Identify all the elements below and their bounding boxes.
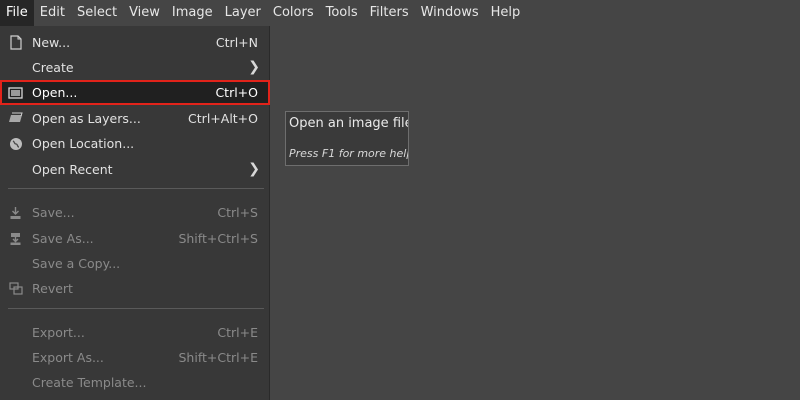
- menu-image[interactable]: Image: [166, 0, 219, 26]
- menu-view[interactable]: View: [123, 0, 166, 26]
- menu-item-shortcut: Ctrl+N: [215, 35, 258, 50]
- revert-icon: [8, 281, 23, 296]
- submenu-arrow-icon: ❯: [248, 161, 260, 177]
- menu-item-shortcut: Ctrl+S: [217, 205, 258, 220]
- menu-item-label: Open Location...: [32, 136, 135, 151]
- menu-item-new[interactable]: New... Ctrl+N: [0, 30, 270, 55]
- menu-edit[interactable]: Edit: [34, 0, 71, 26]
- menu-colors[interactable]: Colors: [267, 0, 320, 26]
- menu-layer[interactable]: Layer: [219, 0, 267, 26]
- globe-icon: [8, 136, 23, 151]
- menu-windows[interactable]: Windows: [415, 0, 485, 26]
- menu-item-shortcut: Shift+Ctrl+S: [178, 231, 258, 246]
- file-menu-dropdown: New... Ctrl+N Create ❯ Open... Ctrl+O Op…: [0, 26, 270, 400]
- menu-item-export[interactable]: Export... Ctrl+E: [0, 320, 270, 345]
- open-folder-icon: [8, 85, 23, 100]
- new-document-icon: [8, 35, 23, 50]
- menu-item-label: Save...: [32, 205, 75, 220]
- menu-item-open[interactable]: Open... Ctrl+O: [0, 80, 270, 105]
- menu-item-revert[interactable]: Revert: [0, 276, 270, 301]
- menu-item-save-copy[interactable]: Save a Copy...: [0, 251, 270, 276]
- menu-item-label: Open Recent: [32, 162, 113, 177]
- menu-file[interactable]: File: [0, 0, 34, 26]
- menu-item-save[interactable]: Save... Ctrl+S: [0, 200, 270, 225]
- menu-item-open-location[interactable]: Open Location...: [0, 131, 270, 156]
- menubar: File Edit Select View Image Layer Colors…: [0, 0, 800, 26]
- menu-separator: [8, 308, 264, 309]
- menu-item-label: Revert: [32, 281, 73, 296]
- menu-item-export-as[interactable]: Export As... Shift+Ctrl+E: [0, 345, 270, 370]
- menu-item-label: Save a Copy...: [32, 256, 121, 271]
- menu-item-label: New...: [32, 35, 71, 50]
- menu-separator: [8, 188, 264, 189]
- menu-item-label: Export...: [32, 325, 85, 340]
- save-as-icon: [8, 231, 23, 246]
- tooltip-hint: Press F1 for more help: [289, 147, 409, 160]
- menu-item-shortcut: Ctrl+E: [217, 325, 258, 340]
- menu-item-label: Create: [32, 60, 74, 75]
- menu-item-shortcut: Shift+Ctrl+E: [178, 350, 259, 365]
- submenu-arrow-icon: ❯: [248, 59, 260, 75]
- menu-item-open-recent[interactable]: Open Recent ❯: [0, 157, 270, 182]
- menu-item-create-template[interactable]: Create Template...: [0, 370, 270, 395]
- menu-item-shortcut: Ctrl+O: [215, 85, 258, 100]
- tooltip-title: Open an image file: [289, 116, 409, 131]
- menu-item-open-as-layers[interactable]: Open as Layers... Ctrl+Alt+O: [0, 106, 270, 131]
- menu-item-label: Open as Layers...: [32, 111, 141, 126]
- menu-tools[interactable]: Tools: [320, 0, 364, 26]
- menu-item-label: Save As...: [32, 231, 94, 246]
- menu-item-create[interactable]: Create ❯: [0, 55, 270, 80]
- save-icon: [8, 205, 23, 220]
- layers-icon: [8, 111, 23, 126]
- menu-item-save-as[interactable]: Save As... Shift+Ctrl+S: [0, 226, 270, 251]
- menu-help[interactable]: Help: [485, 0, 527, 26]
- tooltip: Open an image file Press F1 for more hel…: [285, 111, 409, 166]
- menu-item-label: Open...: [32, 85, 78, 100]
- menu-filters[interactable]: Filters: [364, 0, 415, 26]
- menu-item-label: Export As...: [32, 350, 104, 365]
- menu-select[interactable]: Select: [71, 0, 123, 26]
- menu-item-shortcut: Ctrl+Alt+O: [188, 111, 258, 126]
- menu-item-label: Create Template...: [32, 375, 147, 390]
